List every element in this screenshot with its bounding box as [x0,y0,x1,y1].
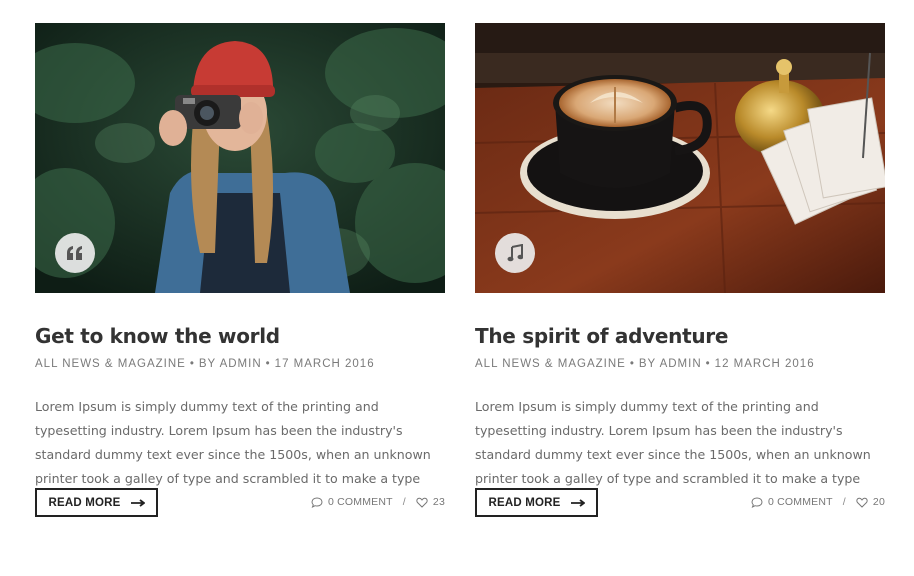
heart-icon[interactable] [416,497,428,508]
comment-icon [311,496,323,508]
post-stats: 0 COMMENT / 20 [751,496,885,508]
post-title[interactable]: The spirit of adventure [475,323,885,349]
comment-count-link[interactable]: 0 COMMENT [328,496,393,508]
music-note-icon [495,233,535,273]
post-author-link[interactable]: BY ADMIN [199,358,262,370]
read-more-button[interactable]: READ MORE [475,488,598,517]
meta-separator: • [265,358,271,370]
post-stats: 0 COMMENT / 23 [311,496,445,508]
like-count: 23 [432,496,445,508]
meta-separator: • [705,358,711,370]
post-title[interactable]: Get to know the world [35,323,445,349]
woman-with-camera-photo [35,23,445,293]
coffee-cup-photo [475,23,885,293]
comment-count-link[interactable]: 0 COMMENT [768,496,833,508]
post-category-link[interactable]: ALL NEWS & MAGAZINE [475,358,626,370]
post-footer: READ MORE 0 COMMENT / 20 [475,488,885,517]
post-meta: ALL NEWS & MAGAZINE • BY ADMIN • 17 MARCH 20… [35,356,445,372]
heart-icon[interactable] [856,497,868,508]
post-date: 12 MARCH 2016 [714,358,815,370]
read-more-button[interactable]: READ MORE [35,488,158,517]
meta-separator: • [629,358,635,370]
comment-icon [751,496,763,508]
blog-post-card: The spirit of adventure ALL NEWS & MAGAZ… [475,23,885,515]
post-thumbnail-link[interactable] [475,23,885,293]
stats-separator: / [842,496,846,508]
post-author-link[interactable]: BY ADMIN [639,358,702,370]
post-meta: ALL NEWS & MAGAZINE • BY ADMIN • 12 MARCH 20… [475,356,885,372]
blog-post-card: Get to know the world ALL NEWS & MAGAZIN… [35,23,445,515]
quote-icon [55,233,95,273]
stats-separator: / [402,496,406,508]
post-thumbnail-link[interactable] [35,23,445,293]
post-category-link[interactable]: ALL NEWS & MAGAZINE [35,358,186,370]
read-more-label: READ MORE [488,496,561,509]
arrow-right-icon [570,498,585,507]
post-date: 17 MARCH 2016 [274,358,375,370]
meta-separator: • [189,358,195,370]
arrow-right-icon [130,498,145,507]
read-more-label: READ MORE [48,496,121,509]
like-count: 20 [872,496,885,508]
post-footer: READ MORE 0 COMMENT / 23 [35,488,445,517]
